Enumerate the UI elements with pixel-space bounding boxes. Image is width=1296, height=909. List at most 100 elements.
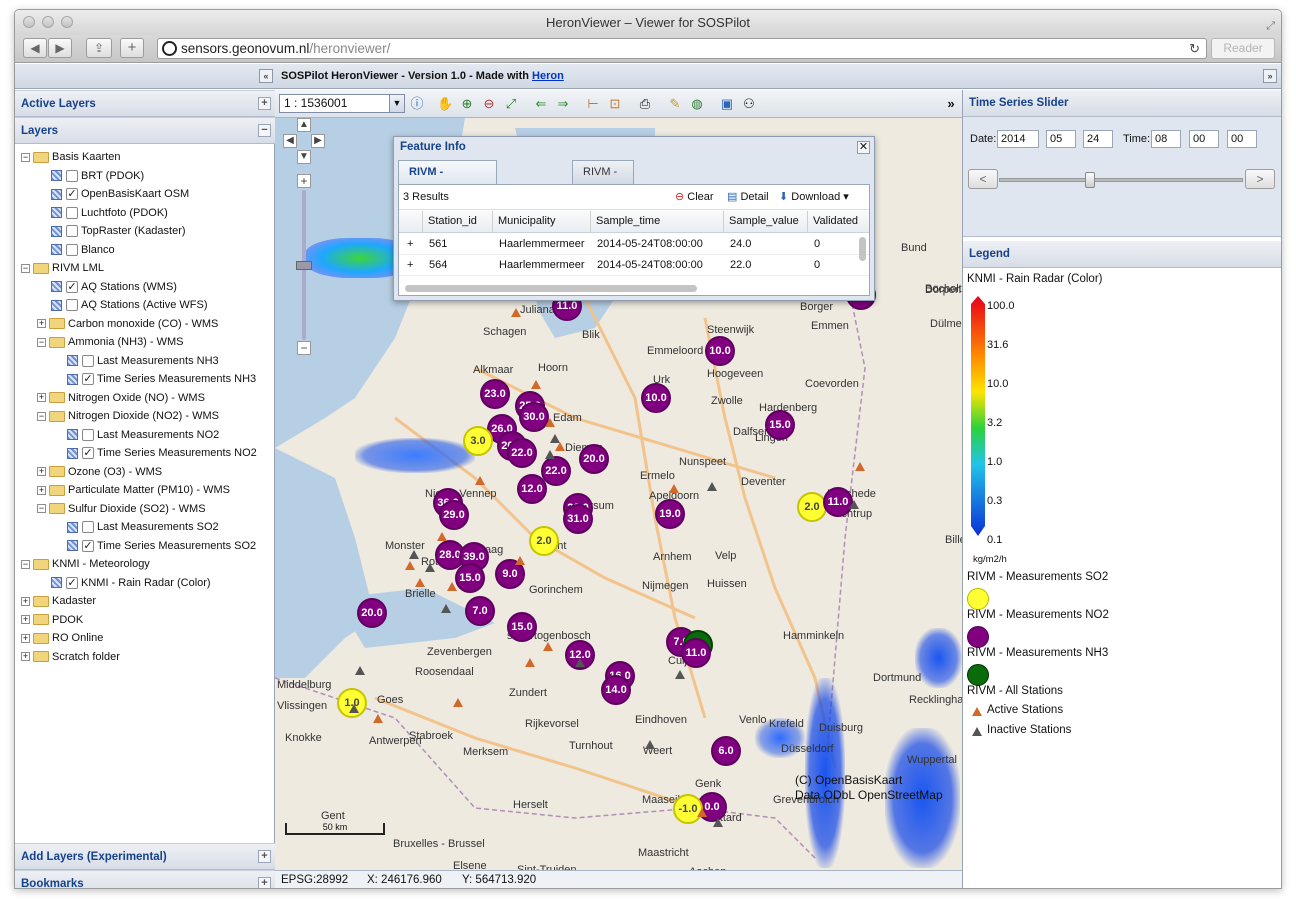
scale-select[interactable]: 1 : 1536001 ▼ — [279, 94, 405, 113]
pan-south-icon[interactable]: ▼ — [297, 150, 311, 164]
active-station-icon[interactable] — [437, 532, 447, 541]
measurement-marker[interactable]: 20.0 — [579, 444, 609, 474]
next-extent-icon[interactable]: ⇒ — [555, 96, 571, 112]
minute-spinner[interactable]: 00 — [1189, 130, 1219, 148]
expand-icon[interactable]: + — [21, 633, 30, 643]
tree-layer[interactable]: ✓ Time Series Measurements NO2 — [67, 444, 257, 462]
expand-row-icon[interactable]: + — [407, 255, 413, 275]
forward-button[interactable]: ▶ — [48, 38, 72, 58]
expand-icon[interactable]: + — [258, 850, 271, 863]
attribution-text[interactable]: (C) OpenBasisKaart — [795, 773, 902, 787]
tree-layer[interactable]: ✓ AQ Stations (WMS) — [51, 278, 177, 296]
active-station-icon[interactable] — [475, 476, 485, 485]
measurement-marker[interactable]: 15.0 — [455, 563, 485, 593]
tree-folder[interactable]: + Nitrogen Oxide (NO) - WMS — [37, 389, 205, 407]
inactive-station-icon[interactable] — [675, 670, 685, 679]
layer-checkbox[interactable] — [66, 299, 78, 312]
active-station-icon[interactable] — [543, 642, 553, 651]
print-icon[interactable]: ⎙ — [637, 96, 653, 112]
active-station-icon[interactable] — [373, 714, 383, 723]
inactive-station-icon[interactable] — [355, 666, 365, 675]
inactive-station-icon[interactable] — [645, 740, 655, 749]
reload-icon[interactable]: ↻ — [1189, 39, 1200, 58]
column-validated[interactable]: Validated — [808, 211, 871, 233]
zoom-extent-icon[interactable]: ⤢ — [503, 96, 519, 112]
new-tab-button[interactable]: + — [120, 38, 144, 58]
measurement-marker[interactable]: 30.0 — [519, 402, 549, 432]
collapse-icon[interactable]: − — [258, 124, 271, 137]
expand-icon[interactable]: + — [21, 596, 30, 606]
inactive-station-icon[interactable] — [849, 500, 859, 509]
measurement-marker[interactable]: 3.0 — [463, 426, 493, 456]
active-station-icon[interactable] — [515, 556, 525, 565]
back-button[interactable]: ◀ — [23, 38, 47, 58]
measurement-marker[interactable]: 29.0 — [439, 500, 469, 530]
attribution-text-2[interactable]: Data ODbL OpenStreetMap — [795, 788, 943, 802]
info-icon[interactable]: ⓘ — [409, 96, 425, 112]
year-spinner[interactable]: 2014 — [997, 130, 1039, 148]
zoom-slider-handle[interactable] — [296, 261, 312, 270]
tree-folder[interactable]: − RIVM LML — [21, 259, 104, 277]
layer-checkbox[interactable] — [82, 354, 94, 367]
tree-layer[interactable]: AQ Stations (Active WFS) — [51, 296, 208, 314]
prev-time-button[interactable]: < — [968, 169, 998, 189]
expand-icon[interactable]: + — [37, 485, 46, 495]
pan-north-icon[interactable]: ▲ — [297, 118, 311, 132]
measurement-marker[interactable]: 15.0 — [765, 410, 795, 440]
tree-layer[interactable]: ✓ Time Series Measurements NH3 — [67, 370, 256, 388]
inactive-station-icon[interactable] — [545, 450, 555, 459]
collapse-icon[interactable]: − — [21, 263, 30, 273]
expand-row-icon[interactable]: + — [407, 234, 413, 254]
column-sample-time[interactable]: Sample_time — [591, 211, 724, 233]
active-station-icon[interactable] — [545, 418, 555, 427]
next-time-button[interactable]: > — [1245, 169, 1275, 189]
detail-button[interactable]: ▤ Detail — [727, 185, 769, 210]
pan-east-icon[interactable]: ▶ — [311, 134, 325, 148]
tree-folder[interactable]: + PDOK — [21, 611, 83, 629]
layer-checkbox[interactable]: ✓ — [82, 447, 94, 460]
zoom-out-icon[interactable]: ⊖ — [481, 96, 497, 112]
tree-folder[interactable]: − Sulfur Dioxide (SO2) - WMS — [37, 500, 206, 518]
measurement-marker[interactable]: 2.0 — [529, 526, 559, 556]
tree-folder[interactable]: + Particulate Matter (PM10) - WMS — [37, 481, 230, 499]
heron-link[interactable]: Heron — [532, 70, 564, 82]
active-station-icon[interactable] — [855, 462, 865, 471]
bookmarks-header[interactable]: Bookmarks + — [15, 870, 275, 888]
tree-folder[interactable]: + RO Online — [21, 629, 103, 647]
inactive-station-icon[interactable] — [409, 550, 419, 559]
inactive-station-icon[interactable] — [441, 604, 451, 613]
inactive-station-icon[interactable] — [349, 704, 359, 713]
binoculars-icon[interactable]: ⚇ — [741, 96, 757, 112]
layer-checkbox[interactable]: ✓ — [66, 280, 78, 293]
collapse-right-icon[interactable]: » — [1263, 69, 1277, 83]
active-station-icon[interactable] — [415, 578, 425, 587]
measurement-marker[interactable]: 6.0 — [711, 736, 741, 766]
layers-header[interactable]: Layers − — [15, 117, 275, 144]
collapse-icon[interactable]: − — [21, 559, 30, 569]
inactive-station-icon[interactable] — [425, 563, 435, 572]
minimize-window-button[interactable] — [42, 16, 54, 28]
measurement-marker[interactable]: 12.0 — [517, 474, 547, 504]
tree-layer[interactable]: ✓ Time Series Measurements SO2 — [67, 537, 256, 555]
active-station-icon[interactable] — [531, 380, 541, 389]
active-layers-header[interactable]: Active Layers + — [15, 90, 275, 117]
measurement-marker[interactable]: 10.0 — [641, 383, 671, 413]
layer-checkbox[interactable]: ✓ — [82, 373, 94, 386]
tree-layer[interactable]: Blanco — [51, 241, 115, 259]
measurement-marker[interactable]: 10.0 — [705, 336, 735, 366]
globe-icon[interactable]: ◍ — [689, 96, 705, 112]
zoom-out-button[interactable]: − — [297, 341, 311, 355]
layer-checkbox[interactable]: ✓ — [66, 188, 78, 201]
collapse-icon[interactable]: − — [21, 152, 30, 162]
add-layers-header[interactable]: Add Layers (Experimental) + — [15, 843, 275, 870]
measurement-marker[interactable]: 7.0 — [465, 596, 495, 626]
tree-layer[interactable]: Last Measurements NO2 — [67, 426, 219, 444]
measurement-marker[interactable]: 2.0 — [797, 492, 827, 522]
tree-layer[interactable]: Luchtfoto (PDOK) — [51, 204, 168, 222]
measurement-marker[interactable]: 15.0 — [507, 612, 537, 642]
tree-folder[interactable]: − Nitrogen Dioxide (NO2) - WMS — [37, 407, 219, 425]
table-row[interactable]: +561 Haarlemmermeer 2014-05-24T08:00:00 24.… — [399, 234, 869, 255]
layer-checkbox[interactable]: ✓ — [66, 576, 78, 589]
close-icon[interactable]: ✕ — [857, 141, 870, 154]
previous-extent-icon[interactable]: ⇐ — [533, 96, 549, 112]
